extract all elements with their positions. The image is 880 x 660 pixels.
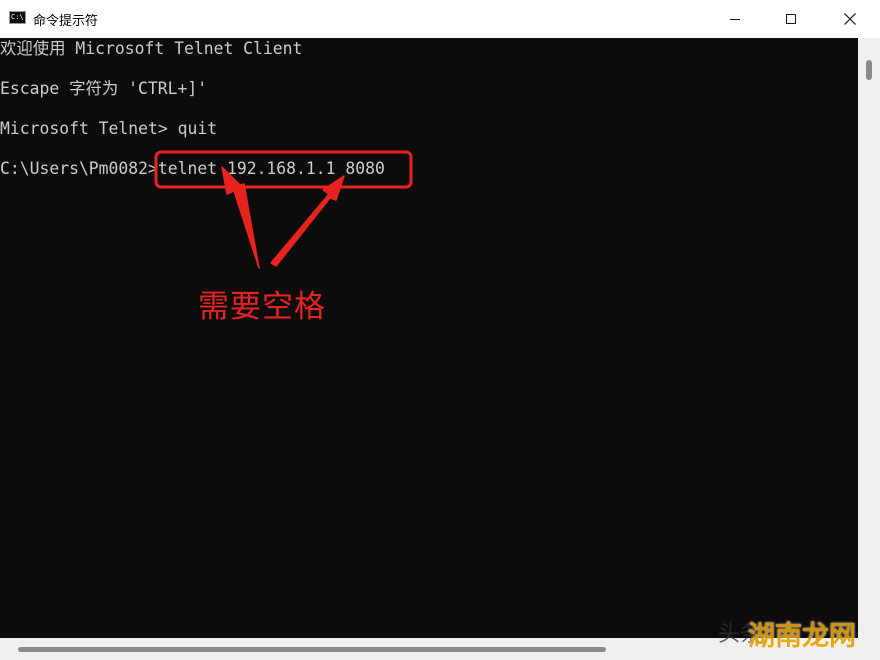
maximize-button[interactable]: [766, 0, 816, 38]
command-prompt-window: C:\ 命令提示符 欢迎使用 Microsoft Telnet Client E…: [0, 0, 880, 660]
watermark-logo-text: 湖南龙网: [748, 621, 856, 652]
close-icon: [844, 13, 856, 25]
vertical-scrollbar-thumb[interactable]: [866, 60, 872, 80]
title-bar[interactable]: C:\ 命令提示符: [0, 0, 880, 38]
console-command-line: C:\Users\Pm0082>telnet 192.168.1.1 8080: [0, 159, 385, 178]
vertical-scrollbar[interactable]: [858, 38, 880, 638]
minimize-icon: [730, 18, 740, 20]
terminal-icon: C:\: [9, 11, 26, 24]
horizontal-scrollbar-thumb[interactable]: [18, 647, 606, 652]
terminal-icon-glyph: C:\: [11, 13, 24, 21]
console-line: Microsoft Telnet> quit: [0, 119, 218, 138]
minimize-button[interactable]: [710, 0, 760, 38]
maximize-icon: [786, 14, 796, 24]
console-line: Escape 字符为 'CTRL+]': [0, 79, 208, 98]
console-line: 欢迎使用 Microsoft Telnet Client: [0, 39, 303, 58]
close-button[interactable]: [825, 0, 875, 38]
window-title: 命令提示符: [33, 14, 99, 29]
watermark: 头条 湖南龙网: [718, 610, 868, 654]
console-output[interactable]: 欢迎使用 Microsoft Telnet Client Escape 字符为 …: [0, 38, 858, 638]
